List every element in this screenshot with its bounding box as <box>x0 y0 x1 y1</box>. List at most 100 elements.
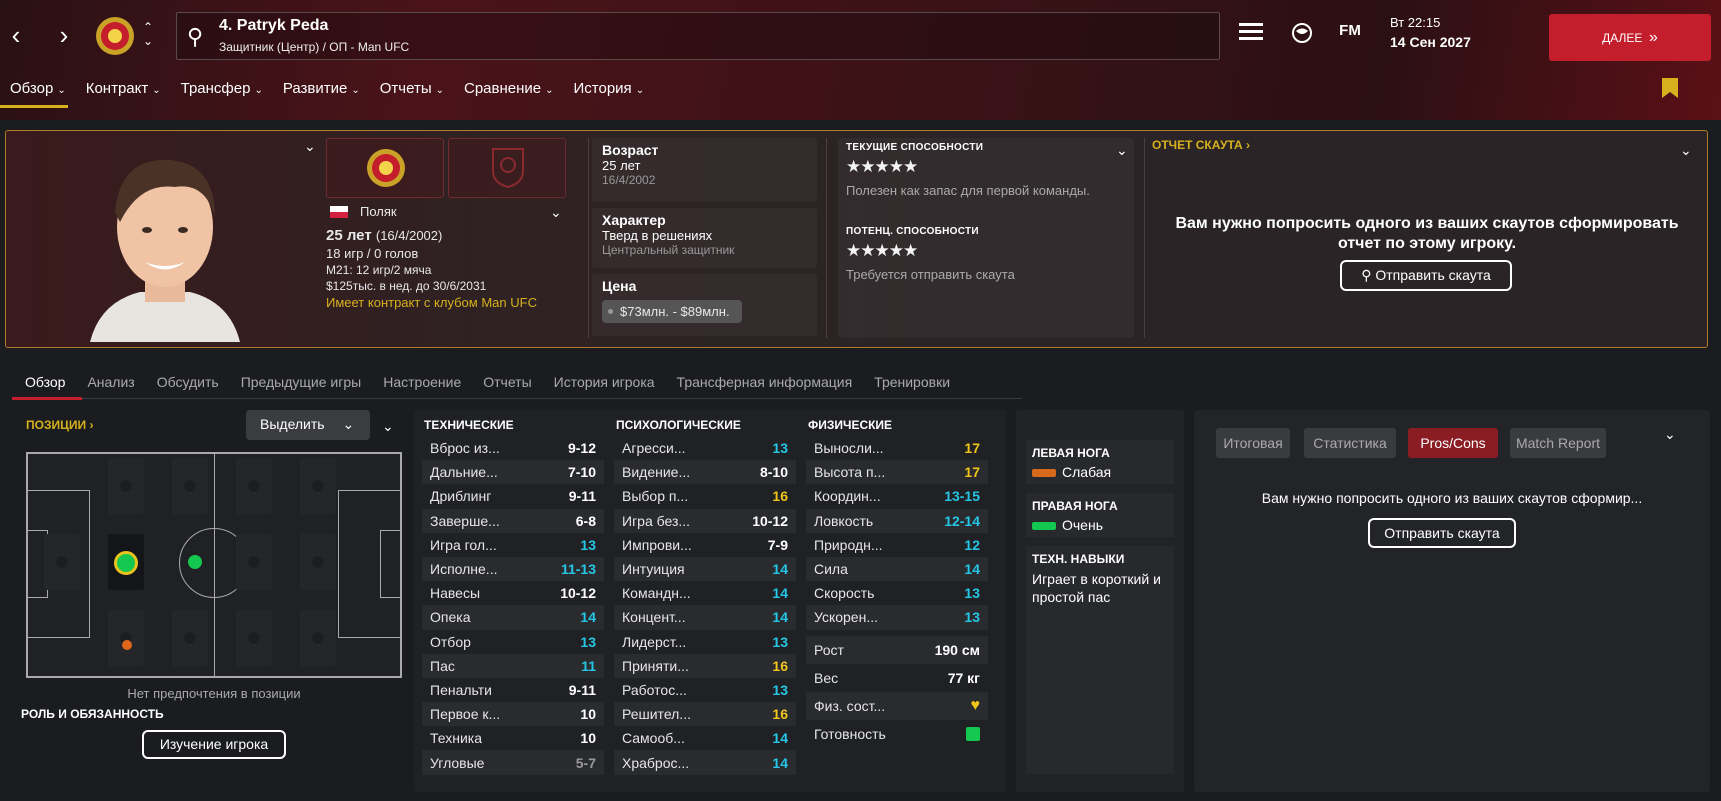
attribute-row[interactable]: Концент... 14 <box>614 605 796 630</box>
attribute-row[interactable]: Природн... 12 <box>806 533 988 557</box>
attribute-value: 7-10 <box>567 464 596 481</box>
attribute-row[interactable]: Дальние... 7-10 <box>422 460 604 485</box>
study-player-button[interactable]: Изучение игрока <box>142 730 286 759</box>
club-crest-icon[interactable] <box>94 15 136 57</box>
attribute-name: Пас <box>430 657 455 674</box>
current-ability-stars: ★★★★★ <box>846 157 918 176</box>
chevron-down-icon[interactable]: ⌄ <box>1680 142 1692 159</box>
attribute-row[interactable]: Работос... 13 <box>614 678 796 702</box>
attribute-name: Агресси... <box>622 440 686 457</box>
chevron-down-icon[interactable]: ⌄ <box>1664 426 1676 443</box>
weight-value: 77 кг <box>947 669 980 686</box>
tab-discuss[interactable]: Обсудить <box>157 374 219 390</box>
game-date-text: 14 Сен 2027 <box>1390 34 1471 50</box>
attribute-row[interactable]: Первое к... 10 <box>422 702 604 727</box>
attribute-row[interactable]: Техника 10 <box>422 726 604 750</box>
positions-link[interactable]: ПОЗИЦИИ › <box>26 418 93 432</box>
player-updown-icon[interactable]: ⌃ ⌄ <box>138 20 158 54</box>
attribute-row[interactable]: Исполне... 11-13 <box>422 556 604 582</box>
attribute-row[interactable]: Приняти... 16 <box>614 653 796 678</box>
attribute-row[interactable]: Видение... 8-10 <box>614 460 796 485</box>
bookmark-icon[interactable] <box>1662 78 1678 98</box>
tab-analysis[interactable]: Анализ <box>87 374 134 390</box>
attribute-row[interactable]: Лидерст... 13 <box>614 630 796 654</box>
attribute-row[interactable]: Выбор п... 16 <box>614 484 796 508</box>
globe-icon[interactable] <box>1290 22 1314 50</box>
mental-list: Агресси... 13 Видение... 8-10 Выбор п... 16 Иг… <box>614 436 796 775</box>
attribute-row[interactable]: Решител... 16 <box>614 702 796 727</box>
attribute-value: 14 <box>772 585 788 602</box>
player-search-box[interactable]: ⚲ 4. Patryk Peda Защитник (Центр) / ОП -… <box>176 12 1220 60</box>
attribute-value: 13 <box>580 633 596 650</box>
tab-previous-games[interactable]: Предыдущие игры <box>241 374 362 390</box>
nav-transfer[interactable]: Трансфер ⌄ <box>181 78 263 105</box>
attribute-row[interactable]: Агресси... 13 <box>614 436 796 460</box>
attribute-row[interactable]: Ловкость 12-14 <box>806 508 988 533</box>
tab-summary[interactable]: Итоговая <box>1216 428 1290 458</box>
nav-development[interactable]: Развитие ⌄ <box>283 78 360 105</box>
chevron-down-icon[interactable]: ⌄ <box>304 138 320 154</box>
tab-overview[interactable]: Обзор <box>25 374 65 390</box>
tab-match-report[interactable]: Match Report <box>1510 428 1606 458</box>
highlight-dropdown[interactable]: Выделить ⌄ <box>246 410 370 440</box>
tab-history[interactable]: История игрока <box>554 374 655 390</box>
attribute-row[interactable]: Интуиция 14 <box>614 556 796 582</box>
send-scout-button-2[interactable]: Отправить скаута <box>1368 518 1516 548</box>
game-date[interactable]: Вт 22:15 14 Сен 2027 <box>1390 15 1530 61</box>
attribute-row[interactable]: Сила 14 <box>806 556 988 582</box>
attribute-row[interactable]: Игра без... 10-12 <box>614 508 796 533</box>
attribute-row[interactable]: Навесы 10-12 <box>422 581 604 605</box>
attribute-row[interactable]: Импрови... 7-9 <box>614 533 796 557</box>
heart-icon: ♥ <box>970 696 981 714</box>
tab-mood[interactable]: Настроение <box>383 374 461 390</box>
contract-link[interactable]: Имеет контракт с клубом Man UFC <box>326 295 576 310</box>
attribute-name: Дальние... <box>430 464 498 481</box>
scout-report-link[interactable]: ОТЧЕТ СКАУТА › <box>1152 138 1702 152</box>
attribute-value: 10 <box>580 730 596 747</box>
nav-label: История <box>573 80 632 97</box>
tab-reports[interactable]: Отчеты <box>483 374 531 390</box>
tab-pros-cons[interactable]: Pros/Cons <box>1408 428 1498 458</box>
attribute-row[interactable]: Вброс из... 9-12 <box>422 436 604 460</box>
attribute-row[interactable]: Скорость 13 <box>806 581 988 605</box>
tab-training[interactable]: Тренировки <box>874 374 950 390</box>
report-panel: Итоговая Статистика Pros/Cons Match Repo… <box>1194 410 1710 792</box>
attribute-row[interactable]: Высота п... 17 <box>806 460 988 485</box>
attribute-row[interactable]: Пас 11 <box>422 653 604 678</box>
attribute-row[interactable]: Угловые 5-7 <box>422 750 604 775</box>
nav-comparison[interactable]: Сравнение ⌄ <box>464 78 554 105</box>
club-badge[interactable] <box>326 138 444 198</box>
chevron-down-icon[interactable]: ⌄ <box>382 418 394 435</box>
nav-history[interactable]: История ⌄ <box>574 78 645 105</box>
attribute-row[interactable]: Игра гол... 13 <box>422 533 604 557</box>
forward-arrow-icon[interactable]: › <box>50 20 78 50</box>
attribute-row[interactable]: Ускорен... 13 <box>806 605 988 630</box>
continue-button[interactable]: ДАЛЕЕ » <box>1549 14 1711 61</box>
nav-contract[interactable]: Контракт ⌄ <box>86 78 161 105</box>
attribute-row[interactable]: Координ... 13-15 <box>806 484 988 508</box>
attribute-row[interactable]: Командн... 14 <box>614 581 796 605</box>
back-arrow-icon[interactable]: ‹ <box>2 20 30 50</box>
national-team-badge[interactable] <box>448 138 566 198</box>
attribute-row[interactable]: Отбор 13 <box>422 630 604 654</box>
accomplished-position-marker <box>188 555 202 569</box>
tab-statistics[interactable]: Статистика <box>1304 428 1396 458</box>
attribute-row[interactable]: Дриблинг 9-11 <box>422 484 604 508</box>
attribute-row[interactable]: Храброс... 14 <box>614 750 796 775</box>
chevron-down-icon[interactable]: ⌄ <box>1116 142 1128 159</box>
attribute-row[interactable]: Выносли... 17 <box>806 436 988 460</box>
attribute-row[interactable]: Опека 14 <box>422 605 604 630</box>
nav-overview[interactable]: Обзор ⌄ <box>0 78 68 108</box>
attribute-value: 9-11 <box>568 681 596 698</box>
attribute-row[interactable]: Заверше... 6-8 <box>422 508 604 533</box>
tab-transfer-info[interactable]: Трансферная информация <box>677 374 853 390</box>
menu-icon[interactable] <box>1238 22 1264 48</box>
price-tag[interactable]: $73млн. - $89млн. <box>602 300 742 323</box>
send-scout-button[interactable]: ⚲ Отправить скаута <box>1340 260 1512 291</box>
physical-title: ФИЗИЧЕСКИЕ <box>808 418 893 432</box>
attribute-row[interactable]: Самооб... 14 <box>614 726 796 750</box>
attribute-value: 16 <box>772 657 788 674</box>
attribute-row[interactable]: Пенальти 9-11 <box>422 678 604 702</box>
nav-reports[interactable]: Отчеты ⌄ <box>380 78 444 105</box>
fm-logo-icon[interactable]: FM <box>1334 22 1366 39</box>
